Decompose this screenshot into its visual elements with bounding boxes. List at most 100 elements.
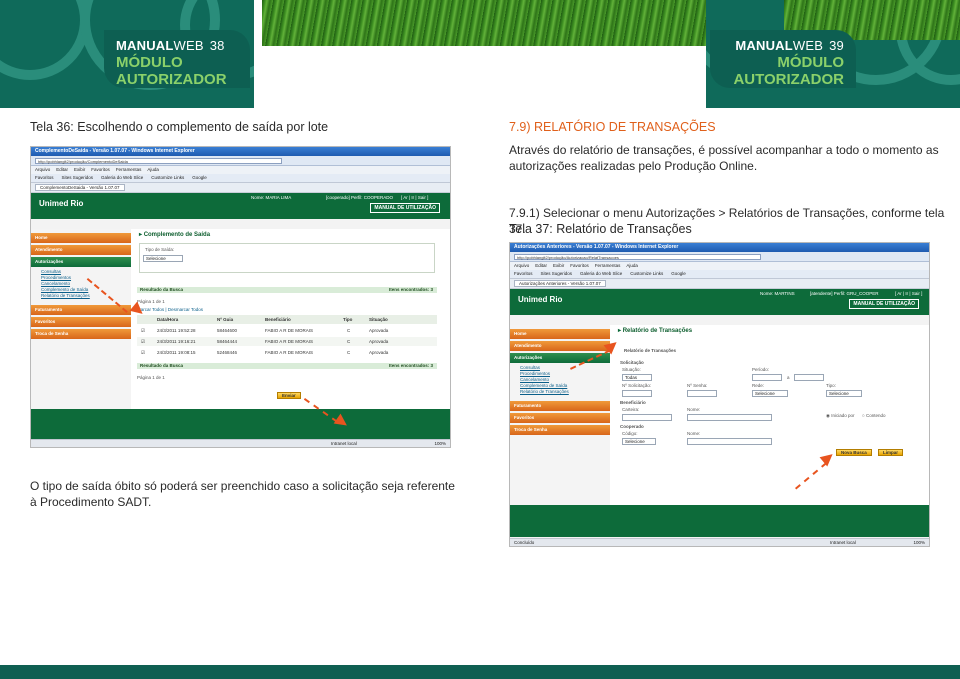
cell: Aprovada [369, 328, 389, 333]
sidebar-item-faturamento[interactable]: Faturamento [510, 401, 610, 411]
cell: FABIO A R DE MORAIS [265, 339, 314, 344]
menu-item[interactable]: Exibir [553, 263, 564, 268]
iniciado-radio[interactable]: ◉ Iniciado por [826, 413, 854, 419]
sidebar-item-autorizacoes[interactable]: Autorizações [31, 257, 131, 267]
fav-item[interactable]: Sites Sugeridos [541, 271, 573, 276]
menu-item[interactable]: Editar [56, 167, 68, 172]
fav-item[interactable]: Sites Sugeridos [62, 175, 94, 180]
zoom-level[interactable]: 100% [434, 441, 446, 446]
app-body: Home Atendimento Autorizações Consultas … [510, 325, 929, 505]
module-line2: AUTORIZADOR [733, 71, 844, 88]
favorites-bar: Favoritos Sites Sugeridos Galeria do Web S… [510, 270, 929, 279]
module-line1: MÓDULO [116, 54, 183, 71]
user-profile: [cooperado] Perfil: COOPERADO [326, 195, 394, 200]
header-links[interactable]: [ Ar | Ir | Sair ] [401, 195, 428, 200]
nome-input[interactable] [687, 414, 772, 421]
sidebar-item-troca-senha[interactable]: Troca de Senha [510, 425, 610, 435]
window-title: Autorizações Anteriores - Versão 1.07.07… [510, 243, 929, 252]
address-bar: http://pobhlanglt2/produção/Autorizacao/… [510, 252, 929, 262]
cell: 24/3/2011 19:52:28 [157, 328, 196, 333]
browser-tab[interactable]: ComplementoDeSaida - Versão 1.07.07 [35, 184, 125, 191]
browser-tab[interactable]: Autorizações Anteriores - Versão 1.07.07 [514, 280, 606, 287]
sidebar-item-home[interactable]: Home [510, 329, 610, 339]
col-tipo: Tipo [343, 317, 353, 322]
brand-bold: MANUAL [116, 38, 174, 53]
contendo-radio[interactable]: ○ Contendo [862, 413, 886, 418]
nome2-input[interactable] [687, 438, 772, 445]
sidebar-item-faturamento[interactable]: Faturamento [31, 305, 131, 315]
menu-item[interactable]: Favoritos [91, 167, 110, 172]
status-zone: Intranet local [331, 441, 357, 446]
window-title: ComplementoDeSaida - Versão 1.07.07 - Wi… [31, 147, 450, 156]
row-checkbox[interactable]: ☑ [141, 328, 145, 334]
menu-item[interactable]: Ajuda [626, 263, 638, 268]
address-input[interactable]: http://pobhlanglt2/produção/Autorizacao/… [514, 254, 761, 260]
result-label: Resultado da Busca [140, 363, 184, 368]
header-links[interactable]: [ Ar | Ir | Sair ] [895, 291, 922, 296]
sidebar-item-atendimento[interactable]: Atendimento [31, 245, 131, 255]
rede-select[interactable]: Selecione [752, 390, 788, 397]
enviar-button[interactable]: Enviar [277, 392, 301, 399]
table-row[interactable]: ☑ 24/3/2011 19:08:15 52468446 FABIO A R … [137, 348, 437, 357]
table-row[interactable]: ☑ 24/3/2011 19:52:28 58464600 FABIO A R … [137, 326, 437, 335]
intro-text: Através do relatório de transações, é po… [509, 143, 939, 173]
menu-item[interactable]: Arquivo [35, 167, 50, 172]
nsenha-input[interactable] [687, 390, 717, 397]
header-badge-right: MANUALWEB 39 MÓDULO AUTORIZADOR [710, 30, 856, 88]
carteira-input[interactable] [622, 414, 672, 421]
page-title: Relatório de Transações [618, 327, 692, 334]
menu-item[interactable]: Ferramentas [595, 263, 621, 268]
fav-item[interactable]: Favoritos [35, 175, 54, 180]
menu-item[interactable]: Arquivo [514, 263, 529, 268]
cell: FABIO A R DE MORAIS [265, 350, 314, 355]
app-header: Unimed Rio Nome: MARIA LIMA [cooperado] … [31, 193, 450, 219]
sidebar-item-home[interactable]: Home [31, 233, 131, 243]
zoom-level[interactable]: 100% [913, 540, 925, 545]
nsolic-input[interactable] [622, 390, 652, 397]
fav-item[interactable]: Galeria do Web Slice [580, 271, 622, 276]
sidebar-item-troca-senha[interactable]: Troca de Senha [31, 329, 131, 339]
menu-item[interactable]: Favoritos [570, 263, 589, 268]
address-input[interactable]: http://pobhlanglt2/produção/ComplementoD… [35, 158, 282, 164]
sidebar-item-atendimento[interactable]: Atendimento [510, 341, 610, 351]
tipo-saida-select[interactable]: Selecione [143, 255, 183, 262]
figure-caption-37: Tela 37: Relatório de Transações [509, 222, 692, 236]
col-guia: Nº Guia [217, 317, 234, 322]
row-checkbox[interactable]: ☑ [141, 339, 145, 345]
manual-button[interactable]: MANUAL DE UTILIZAÇÃO [370, 203, 440, 213]
periodo-start[interactable] [752, 374, 782, 381]
menu-item[interactable]: Ferramentas [116, 167, 142, 172]
periodo-end[interactable] [794, 374, 824, 381]
fav-item[interactable]: Google [192, 175, 207, 180]
fav-item[interactable]: Customize Links [630, 271, 663, 276]
menu-bar: Arquivo Editar Exibir Favoritos Ferramentas A… [510, 262, 929, 270]
tab-bar: Autorizações Anteriores - Versão 1.07.07 [510, 279, 929, 289]
sidebar-item-favoritos[interactable]: Favoritos [31, 317, 131, 327]
manual-button[interactable]: MANUAL DE UTILIZAÇÃO [849, 299, 919, 309]
tipo-select[interactable]: Selecione [826, 390, 862, 397]
favorites-bar: Favoritos Sites Sugeridos Galeria do Web S… [31, 174, 450, 183]
nova-busca-button[interactable]: Nova Busca [836, 449, 872, 456]
grass-banner [262, 0, 775, 46]
limpar-button[interactable]: Limpar [878, 449, 904, 456]
menu-item[interactable]: Editar [535, 263, 547, 268]
menu-item[interactable]: Exibir [74, 167, 85, 172]
fav-item[interactable]: Galeria do Web Slice [101, 175, 143, 180]
col-sit: Situação [369, 317, 388, 322]
user-profile: [atendente] Perfil: GRU_COOPER [810, 291, 879, 296]
situacao-select[interactable]: Todas [622, 374, 652, 381]
table-row[interactable]: ☑ 24/3/2011 19:16:21 58464444 FABIO A R … [137, 337, 437, 346]
tipo-saida-label: Tipo de Saída: [145, 247, 175, 252]
select-all-link[interactable]: Marcar Todos | Desmarcar Todos [137, 307, 203, 312]
rede-label: Rede: [752, 383, 765, 388]
fav-item[interactable]: Favoritos [514, 271, 533, 276]
status-zone: Intranet local [830, 540, 856, 545]
codigo-select[interactable]: Selecione [622, 438, 656, 445]
sidebar: Home Atendimento Autorizações Consultas … [510, 325, 610, 505]
figure-caption-36: Tela 36: Escolhendo o complemento de saí… [30, 120, 329, 134]
fav-item[interactable]: Google [671, 271, 686, 276]
fav-item[interactable]: Customize Links [151, 175, 184, 180]
sidebar-item-favoritos[interactable]: Favoritos [510, 413, 610, 423]
row-checkbox[interactable]: ☑ [141, 350, 145, 356]
menu-item[interactable]: Ajuda [147, 167, 159, 172]
